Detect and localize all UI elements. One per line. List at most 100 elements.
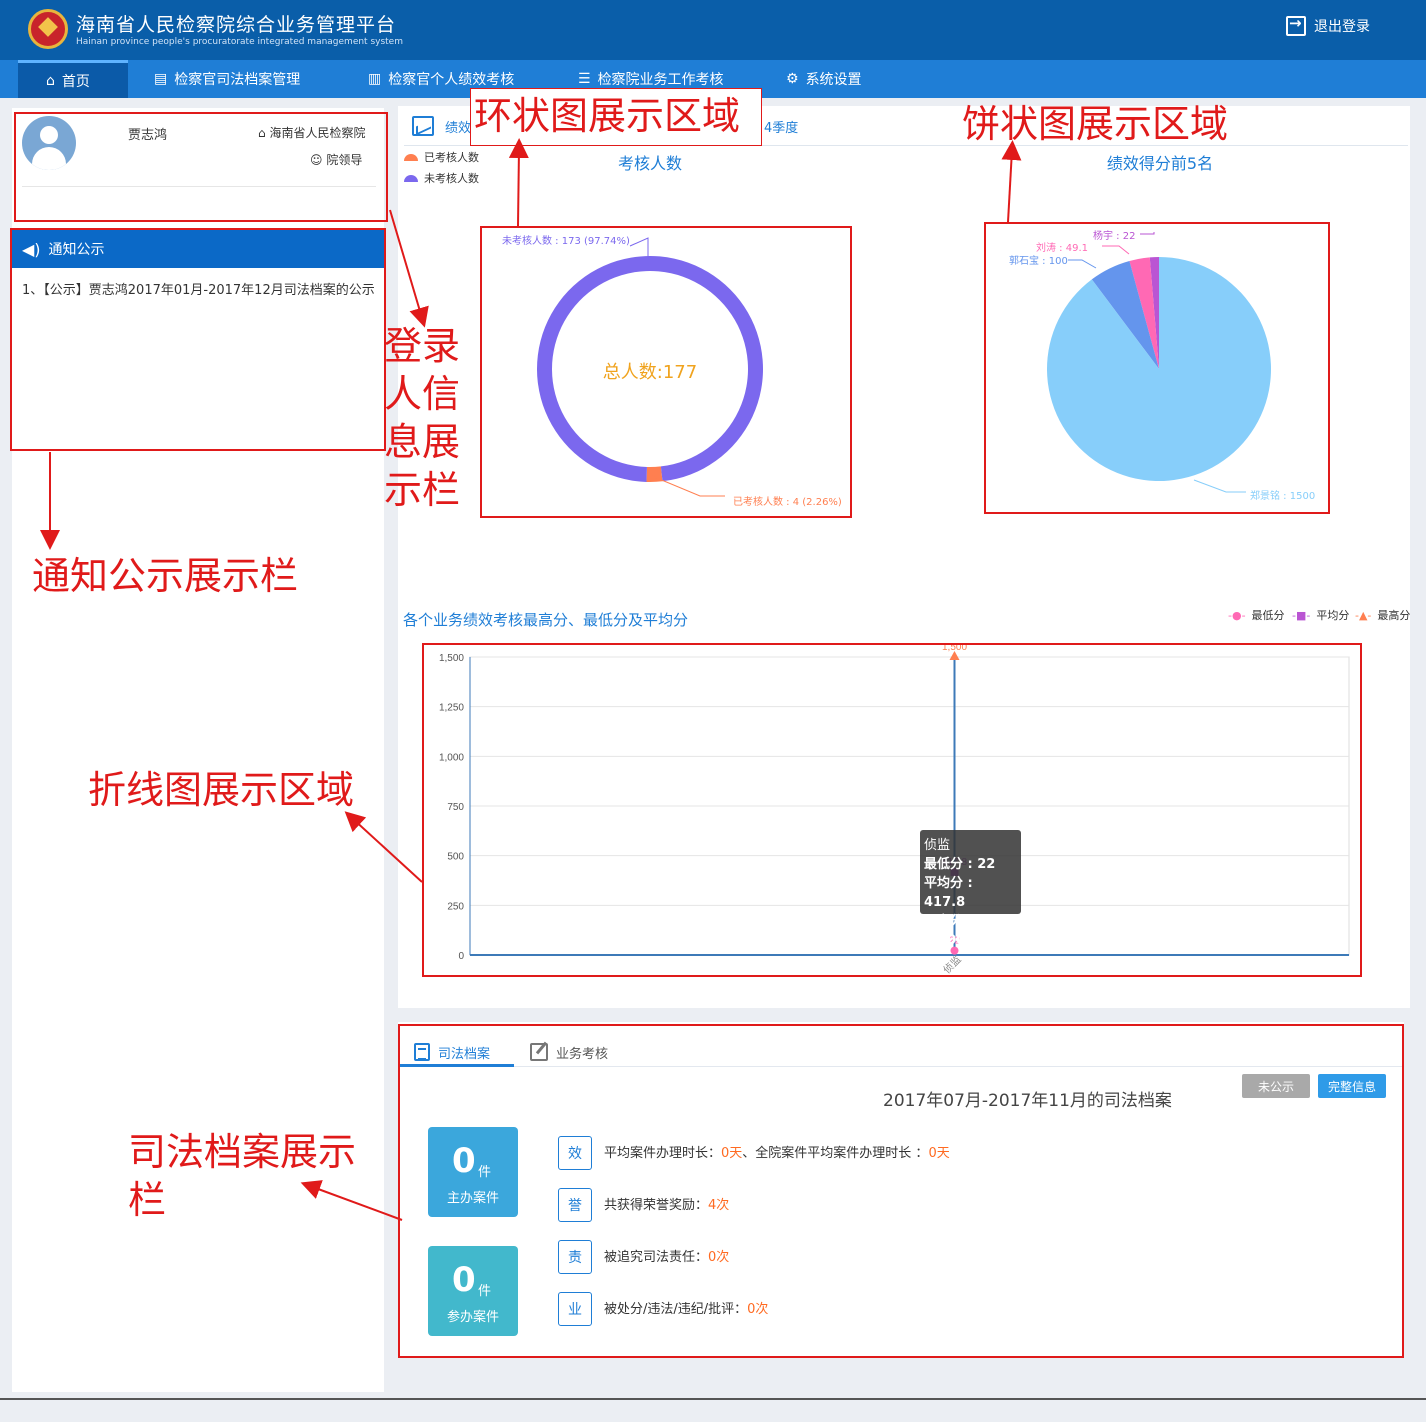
unpublished-button[interactable]: 未公示 xyxy=(1242,1074,1310,1098)
donut-leader-line xyxy=(629,237,649,258)
legend-label: 平均分 xyxy=(1316,609,1350,622)
legend-label: 最低分 xyxy=(1251,609,1285,622)
app-subtitle: Hainan province people's procuratorate i… xyxy=(76,37,403,47)
legend-item[interactable]: -●- 最低分 xyxy=(1228,607,1285,623)
x-tick-label: 侦监 xyxy=(940,953,963,976)
notice-header: ◀) 通知公示 xyxy=(12,230,384,268)
user-org: ⌂ 海南省人民检察院 xyxy=(258,124,365,141)
nav-item-settings[interactable]: ⚙ 系统设置 xyxy=(786,60,862,98)
tab-label: 业务考核 xyxy=(556,1046,609,1062)
pie-leader-line xyxy=(1102,245,1130,255)
nav-item-archive[interactable]: ▤ 检察官司法档案管理 xyxy=(154,60,300,98)
legend-label: 已考核人数 xyxy=(424,151,479,164)
y-tick-label: 1,500 xyxy=(439,653,464,664)
metric-discipline: 被处分/违法/违纪/批评：0次 xyxy=(604,1298,768,1317)
pie-label: 郑景铭 : 1500 xyxy=(1250,491,1316,502)
legend-item[interactable]: -▲- 最高分 xyxy=(1355,607,1410,623)
metric-label: 被追究司法责任： xyxy=(604,1250,709,1265)
pie-label: 杨宇 : 22 xyxy=(1093,231,1136,242)
archive-heading: 2017年07月-2017年11月的司法档案 xyxy=(883,1091,1172,1111)
quarter-label[interactable]: 4季度 xyxy=(764,117,798,136)
nav-label: 检察院业务工作考核 xyxy=(597,72,724,88)
legend-item[interactable]: 未考核人数 xyxy=(404,170,479,186)
avatar xyxy=(22,116,76,170)
tooltip-line: 最高分 : 1,500 xyxy=(924,914,973,948)
legend-swatch xyxy=(404,153,418,161)
metric-value: 0天 xyxy=(928,1146,950,1161)
y-tick-label: 1,250 xyxy=(439,703,464,714)
legend-item[interactable]: 已考核人数 xyxy=(404,149,479,165)
building-icon: ⌂ xyxy=(258,126,270,140)
legend-marker-icon: -■- xyxy=(1292,608,1311,622)
app-title: 海南省人民检察院综合业务管理平台 xyxy=(76,14,397,36)
metric-value: 4次 xyxy=(708,1198,730,1213)
tab-business-assessment[interactable]: 业务考核 xyxy=(530,1036,608,1068)
metric-badge-honor: 誉 xyxy=(558,1188,592,1222)
home-icon: ⌂ xyxy=(46,72,55,89)
metric-label: 共获得荣誉奖励： xyxy=(604,1198,709,1213)
archive-panel xyxy=(398,1022,1404,1356)
stat-card-assist-cases[interactable]: 0 件 参办案件 xyxy=(428,1246,518,1336)
data-label: 1,500 xyxy=(942,642,967,653)
pie-leader-line xyxy=(1068,259,1097,269)
gear-icon: ⚙ xyxy=(786,71,799,87)
document-icon xyxy=(414,1043,430,1061)
nav-label: 首页 xyxy=(61,73,90,90)
metric-value: 0次 xyxy=(708,1250,730,1265)
legend-label: 未考核人数 xyxy=(424,172,479,185)
tooltip-line: 最低分 : 22 xyxy=(924,857,996,872)
pie-label: 郭石宝 : 100 xyxy=(1009,256,1068,267)
annotation-line-area: 折线图展示区域 xyxy=(88,768,355,812)
annotation-line: 登录 xyxy=(384,324,461,368)
nav-label: 检察官司法档案管理 xyxy=(174,72,301,88)
annotation-line: 司法档案展示 xyxy=(128,1130,357,1174)
complete-info-button[interactable]: 完整信息 xyxy=(1318,1074,1386,1098)
divider xyxy=(22,186,376,187)
donut-label-not: 未考核人数 : 173 (97.74%) xyxy=(502,236,630,247)
user-role-label: 院领导 xyxy=(326,153,363,167)
annotation-line: 息展 xyxy=(384,420,461,464)
tooltip-title: 侦监 xyxy=(924,838,951,853)
legend-marker-icon: -●- xyxy=(1228,608,1246,622)
logout-label: 退出登录 xyxy=(1314,19,1370,35)
legend-swatch xyxy=(404,174,418,182)
metric-label: 被处分/违法/违纪/批评： xyxy=(604,1302,748,1317)
metric-efficiency: 平均案件办理时长：0天、全院案件平均案件办理时长 ：0天 xyxy=(604,1142,950,1161)
pie-title: 绩效得分前5名 xyxy=(1106,154,1214,173)
metric-label: 、全院案件平均案件办理时长 ： xyxy=(742,1146,929,1161)
annotation-donut-area: 环状图展示区域 xyxy=(474,94,741,138)
y-tick-label: 1,000 xyxy=(439,752,464,763)
legend-marker-icon: -▲- xyxy=(1355,608,1372,622)
metric-badge-liability: 责 xyxy=(558,1240,592,1274)
stat-card-main-cases[interactable]: 0 件 主办案件 xyxy=(428,1127,518,1217)
donut-label-done: 已考核人数 : 4 (2.26%) xyxy=(733,497,842,508)
nav-item-home[interactable]: ⌂ 首页 xyxy=(18,60,128,98)
pie-slice[interactable] xyxy=(1047,257,1271,481)
annotation-line: 栏 xyxy=(128,1178,167,1222)
tab-label: 司法档案 xyxy=(438,1046,491,1062)
logout-icon xyxy=(1286,14,1306,36)
stat-number: 0 xyxy=(452,1260,476,1300)
tooltip-line: 平均分 : 417.8 xyxy=(924,876,973,910)
nav-label: 系统设置 xyxy=(805,72,862,88)
legend-item[interactable]: -■- 平均分 xyxy=(1292,607,1349,623)
chart-tooltip: 侦监 最低分 : 22 平均分 : 417.8 最高分 : 1,500 xyxy=(920,830,1021,948)
donut-center-label: 总人数:177 xyxy=(602,362,698,383)
app-header: 海南省人民检察院综合业务管理平台 Hainan province people'… xyxy=(0,0,1426,60)
logout-button[interactable]: 退出登录 xyxy=(1286,14,1370,36)
active-tab-indicator xyxy=(398,1064,514,1067)
performance-tab[interactable]: 绩效 xyxy=(445,117,471,136)
role-icon: ☺ xyxy=(310,153,327,167)
y-tick-label: 0 xyxy=(458,951,464,962)
clipboard-icon: ☰ xyxy=(578,71,591,87)
notice-title: 通知公示 xyxy=(48,242,105,258)
user-org-label: 海南省人民检察院 xyxy=(269,126,366,140)
user-name: 贾志鸿 xyxy=(128,128,168,143)
metric-value: 0次 xyxy=(747,1302,769,1317)
line-chart-title: 各个业务绩效考核最高分、最低分及平均分 xyxy=(403,611,689,629)
speaker-icon: ◀) xyxy=(22,239,41,259)
nav-label: 检察官个人绩效考核 xyxy=(388,72,515,88)
metric-value: 0天 xyxy=(721,1146,743,1161)
notice-item[interactable]: 1、【公示】贾志鸿2017年01月-2017年12月司法档案的公示 xyxy=(22,279,375,298)
donut-title: 考核人数 xyxy=(617,154,682,173)
